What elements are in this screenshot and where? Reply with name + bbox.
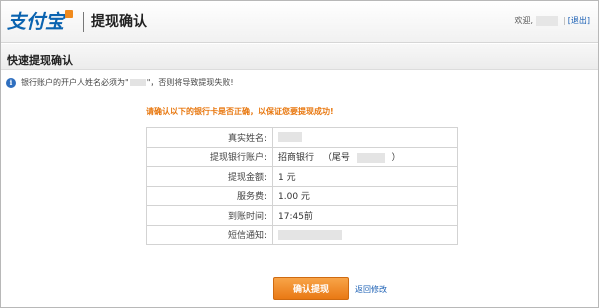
logout-link[interactable]: [退出] <box>568 15 590 26</box>
sms-notice-label: 短信通知: <box>146 224 273 245</box>
page-header: 支付宝 提现确认 欢迎, | [退出] <box>1 1 598 43</box>
masked-username <box>536 15 559 26</box>
section-title: 快速提现确认 <box>7 54 73 67</box>
back-to-edit-link[interactable]: 返回修改 <box>355 284 387 295</box>
name-notice: i 银行账户的开户人姓名必须为" "，否则将导致提现失败! <box>6 77 234 88</box>
masked-real-name <box>278 132 302 142</box>
logo-mark-icon <box>65 10 74 18</box>
page-title: 提现确认 <box>91 14 147 30</box>
real-name-value <box>272 127 458 148</box>
section-header: 快速提现确认 <box>1 44 598 70</box>
service-fee-value: 1.00 元 <box>272 185 458 206</box>
table-row: 真实姓名: <box>146 127 458 148</box>
masked-phone-number <box>278 229 342 240</box>
confirm-message: 请确认以下的银行卡是否正确，以保证您要提现成功! <box>146 107 334 116</box>
bank-account-value: 招商银行 （尾号 ） <box>272 146 458 167</box>
user-bar: 欢迎, | [退出] <box>514 15 590 26</box>
amount-label: 提现金额: <box>146 166 273 187</box>
table-row: 提现银行账户: 招商银行 （尾号 ） <box>146 146 458 167</box>
amount-value: 1 元 <box>272 166 458 187</box>
table-row: 服务费: 1.00 元 <box>146 185 458 206</box>
table-row: 提现金额: 1 元 <box>146 166 458 187</box>
arrival-time-label: 到账时间: <box>146 205 273 226</box>
sms-notice-value <box>272 224 458 245</box>
logo-text: 支付宝 <box>7 10 65 33</box>
alipay-logo[interactable]: 支付宝 <box>7 5 74 35</box>
real-name-label: 真实姓名: <box>146 127 273 148</box>
withdrawal-details-table: 真实姓名: 提现银行账户: 招商银行 （尾号 ） 提现金额: 1 元 服务费: … <box>146 127 458 245</box>
confirm-withdraw-button[interactable]: 确认提现 <box>273 277 349 300</box>
table-row: 到账时间: 17:45前 <box>146 205 458 226</box>
arrival-time-value: 17:45前 <box>272 205 458 226</box>
header-divider <box>83 12 84 32</box>
user-bar-separator: | <box>563 16 566 25</box>
service-fee-label: 服务费: <box>146 185 273 206</box>
notice-text-before: 银行账户的开户人姓名必须为" <box>21 78 129 87</box>
masked-account-name <box>129 79 146 86</box>
masked-card-tail <box>356 152 385 163</box>
welcome-label: 欢迎, <box>514 16 534 25</box>
notice-text-after: "，否则将导致提现失败! <box>146 78 234 87</box>
table-row: 短信通知: <box>146 224 458 245</box>
card-tail-open: （尾号 <box>322 153 350 164</box>
info-icon: i <box>6 77 16 88</box>
bank-name: 招商银行 <box>278 153 315 164</box>
bank-account-label: 提现银行账户: <box>146 146 273 167</box>
card-tail-close: ） <box>391 153 401 164</box>
